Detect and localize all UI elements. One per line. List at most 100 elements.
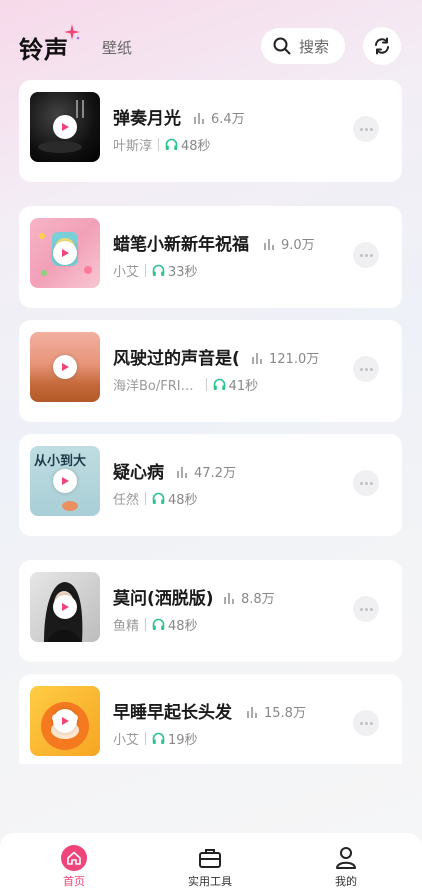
more-button[interactable] — [353, 116, 379, 142]
nav-tools-label: 实用工具 — [188, 875, 232, 888]
nav-mine[interactable]: 我的 — [316, 845, 376, 889]
artist-name: 小艾 — [113, 733, 140, 748]
ringtone-card[interactable]: 风驶过的声音是( 121.0万 海洋Bo/FRI… 41秒 — [19, 320, 402, 422]
divider — [158, 138, 160, 151]
bar-chart-icon — [252, 352, 262, 364]
more-button[interactable] — [353, 710, 379, 736]
play-icon — [62, 249, 69, 257]
nav-home-label: 首页 — [63, 875, 85, 888]
divider — [145, 732, 147, 745]
cover-image[interactable] — [30, 332, 100, 402]
play-count: 121.0万 — [251, 348, 319, 367]
ringtone-title[interactable]: 蜡笔小新新年祝福 — [113, 230, 249, 255]
more-button[interactable] — [353, 596, 379, 622]
headphones-icon — [152, 492, 165, 504]
ringtone-meta: 叶斯淳 48秒 — [113, 135, 211, 154]
bar-chart-icon — [224, 592, 234, 604]
play-button[interactable] — [53, 709, 77, 733]
ringtone-card[interactable]: 莫问(洒脱版) 8.8万 鱼精 48秒 — [19, 560, 402, 662]
search-button[interactable]: 搜索 — [261, 28, 345, 64]
duration: 48秒 — [152, 489, 198, 508]
play-icon — [62, 363, 69, 371]
play-count: 9.0万 — [263, 234, 315, 253]
nav-tools[interactable]: 实用工具 — [180, 845, 240, 889]
toolbox-icon — [197, 845, 223, 871]
divider — [145, 264, 147, 277]
play-icon — [62, 477, 69, 485]
nav-home[interactable]: 首页 — [44, 845, 104, 889]
play-count: 8.8万 — [223, 588, 275, 607]
tab-wallpaper[interactable]: 壁纸 — [102, 37, 132, 58]
headphones-icon — [152, 732, 165, 744]
ringtone-title[interactable]: 风驶过的声音是( — [113, 344, 240, 369]
ringtone-title[interactable]: 早睡早起长头发 — [113, 698, 232, 723]
cover-image[interactable] — [30, 686, 100, 756]
play-icon — [62, 123, 69, 131]
ringtone-title[interactable]: 疑心病 — [113, 458, 164, 483]
headphones-icon — [152, 264, 165, 276]
headphones-icon — [152, 618, 165, 630]
duration-value: 48秒 — [168, 493, 198, 508]
play-count-value: 9.0万 — [281, 238, 315, 253]
ringtone-card[interactable]: 从小到大 疑心病 47.2万 任然 48秒 — [19, 434, 402, 536]
more-button[interactable] — [353, 470, 379, 496]
search-label: 搜索 — [299, 37, 330, 56]
play-count: 15.8万 — [246, 702, 306, 721]
play-button[interactable] — [53, 355, 77, 379]
more-button[interactable] — [353, 242, 379, 268]
headphones-icon — [165, 138, 178, 150]
duration-value: 33秒 — [168, 265, 198, 280]
duration-value: 48秒 — [168, 619, 198, 634]
play-button[interactable] — [53, 595, 77, 619]
refresh-icon — [375, 37, 389, 55]
cover-image[interactable] — [30, 92, 100, 162]
bar-chart-icon — [264, 238, 274, 250]
duration: 41秒 — [213, 375, 259, 394]
artist-name: 任然 — [113, 493, 140, 508]
play-count-value: 121.0万 — [269, 352, 320, 367]
bar-chart-icon — [247, 706, 257, 718]
artist-name: 小艾 — [113, 265, 140, 280]
ringtone-meta: 海洋Bo/FRI… 41秒 — [113, 375, 258, 394]
play-count: 6.4万 — [193, 108, 245, 127]
home-icon — [61, 845, 87, 871]
play-count-value: 6.4万 — [211, 112, 245, 127]
play-count-value: 15.8万 — [264, 706, 306, 721]
bottom-nav: 首页 实用工具 我的 — [0, 833, 422, 894]
play-button[interactable] — [53, 469, 77, 493]
duration-value: 41秒 — [228, 379, 259, 394]
play-icon — [62, 717, 69, 725]
ringtone-meta: 小艾 33秒 — [113, 261, 198, 280]
artist-name: 鱼精 — [113, 619, 140, 634]
play-count-value: 47.2万 — [194, 466, 236, 481]
duration: 48秒 — [152, 615, 198, 634]
search-icon — [273, 37, 291, 55]
cover-image[interactable] — [30, 572, 100, 642]
ringtone-meta: 小艾 19秒 — [113, 729, 198, 748]
bar-chart-icon — [177, 466, 187, 478]
play-count: 47.2万 — [176, 462, 236, 481]
play-button[interactable] — [53, 115, 77, 139]
divider — [145, 618, 147, 631]
duration: 48秒 — [165, 135, 211, 154]
sparkle-icon — [64, 24, 80, 40]
duration: 19秒 — [152, 729, 198, 748]
ringtone-title[interactable]: 莫问(洒脱版) — [113, 584, 214, 609]
cover-image[interactable]: 从小到大 — [30, 446, 100, 516]
headphones-icon — [213, 378, 225, 390]
user-icon — [333, 845, 359, 871]
play-icon — [62, 603, 69, 611]
divider — [205, 378, 207, 391]
refresh-button[interactable] — [363, 27, 401, 65]
duration-value: 48秒 — [181, 139, 211, 154]
cover-image[interactable] — [30, 218, 100, 288]
duration-value: 19秒 — [168, 733, 198, 748]
bar-chart-icon — [194, 112, 204, 124]
ringtone-card[interactable]: 早睡早起长头发 15.8万 小艾 19秒 — [19, 674, 402, 764]
ringtone-title[interactable]: 弹奏月光 — [113, 104, 181, 129]
play-count-value: 8.8万 — [241, 592, 275, 607]
ringtone-card[interactable]: 蜡笔小新新年祝福 9.0万 小艾 33秒 — [19, 206, 402, 308]
play-button[interactable] — [53, 241, 77, 265]
ringtone-card[interactable]: 弹奏月光 6.4万 叶斯淳 48秒 — [19, 80, 402, 182]
more-button[interactable] — [353, 356, 379, 382]
